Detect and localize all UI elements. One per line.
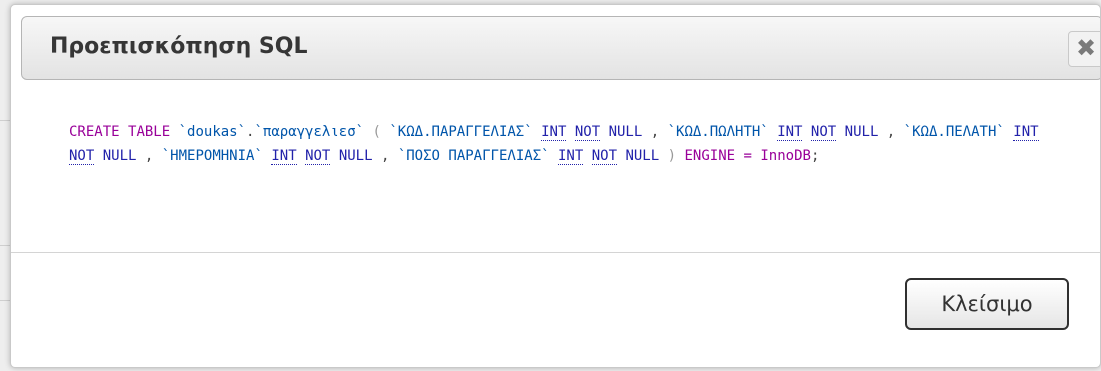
sql-token: `ΚΩΔ.ΠΕΛΑΤΗ` xyxy=(903,124,1005,140)
sql-token: NULL xyxy=(844,124,879,140)
sql-token: NOT xyxy=(574,124,601,141)
close-button[interactable]: Κλείσιμο xyxy=(905,278,1069,330)
sql-token: `ΗΜΕΡΟΜΗΝΙΑ` xyxy=(161,148,263,164)
sql-token: `ΠΟΣΟ ΠΑΡΑΓΓΕΛΙΑΣ` xyxy=(397,148,550,164)
sql-token: , xyxy=(642,124,668,140)
sql-token: INT xyxy=(541,124,567,141)
sql-token: INT xyxy=(271,148,297,165)
sql-token: NOT xyxy=(69,148,95,165)
sql-token: ; xyxy=(810,148,820,164)
dialog-separator xyxy=(11,252,1100,253)
sql-token: CREATE xyxy=(69,124,120,140)
sql-token: ENGINE xyxy=(684,148,736,164)
sql-token: TABLE xyxy=(128,124,171,140)
sql-token: INT xyxy=(557,148,584,165)
sql-token: `doukas` xyxy=(178,124,247,140)
dialog-titlebar: Προεπισκόπηση SQL ✖ xyxy=(21,16,1100,80)
sql-token: INT xyxy=(1013,124,1039,141)
sql-token: = xyxy=(743,148,752,164)
sql-token: `ΚΩΔ.ΠΩΛΗΤΗ` xyxy=(667,124,769,140)
sql-token: , xyxy=(372,148,398,164)
sql-token: InnoDB xyxy=(760,148,811,164)
sql-token: , xyxy=(878,124,904,140)
sql-token: `ΚΩΔ.ΠΑΡΑΓΓΕΛΙΑΣ` xyxy=(389,124,533,140)
sql-token: `παραγγελιεσ` xyxy=(254,124,365,140)
sql-token: INT xyxy=(777,124,803,141)
sql-preview-dialog: Προεπισκόπηση SQL ✖ CREATE TABLE `doukas… xyxy=(10,4,1101,368)
sql-token: , xyxy=(136,148,162,164)
close-icon[interactable]: ✖ xyxy=(1068,31,1100,67)
sql-token: NULL xyxy=(338,148,373,164)
dialog-title: Προεπισκόπηση SQL xyxy=(50,34,308,59)
sql-token: NOT xyxy=(305,148,331,165)
sql-preview-code: CREATE TABLE `doukas`.`παραγγελιεσ` ( `Κ… xyxy=(69,120,1069,168)
sql-token: NULL xyxy=(608,124,643,140)
sql-token: NULL xyxy=(102,148,137,164)
sql-token: NOT xyxy=(591,148,618,165)
sql-token: ) xyxy=(667,148,677,164)
sql-token: NULL xyxy=(625,148,660,164)
sql-token: NOT xyxy=(810,124,837,141)
sql-token: ( xyxy=(372,124,381,140)
